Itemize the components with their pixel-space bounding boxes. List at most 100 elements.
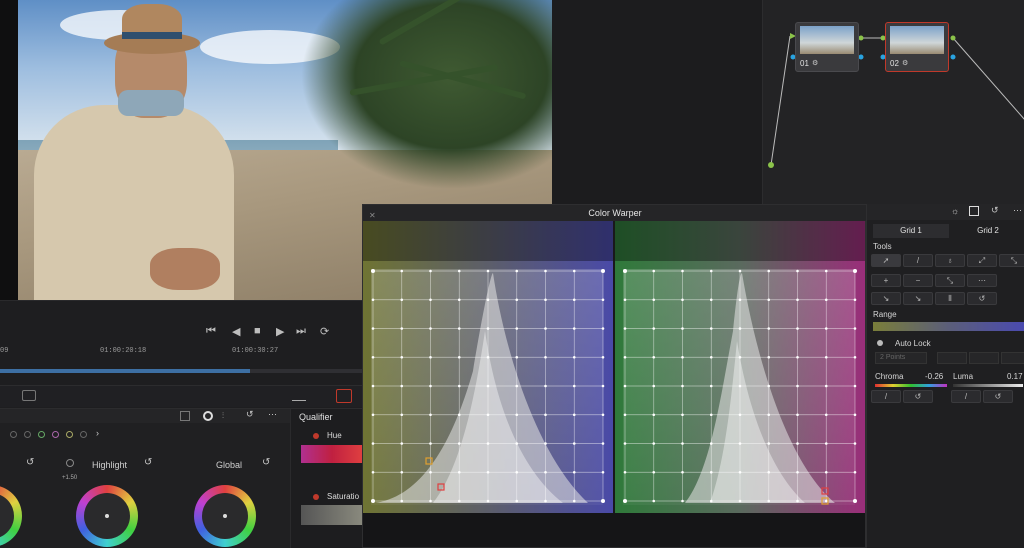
grid-control-point[interactable] [767, 442, 771, 445]
grid-control-point[interactable] [681, 384, 684, 388]
grid-control-point[interactable] [515, 413, 519, 417]
range-bar[interactable] [873, 322, 1024, 331]
grid-control-point[interactable] [767, 384, 771, 388]
remove-point-button[interactable]: − [903, 274, 933, 287]
grid-control-point[interactable] [544, 470, 547, 474]
grid-control-point[interactable] [824, 499, 828, 503]
grid-control-point[interactable] [767, 298, 771, 302]
grid-control-point[interactable] [371, 327, 375, 330]
target-icon[interactable] [203, 411, 213, 421]
grid-control-point[interactable] [824, 269, 828, 273]
mode-dot[interactable] [10, 431, 17, 438]
more-options-icon[interactable]: ⋯ [1013, 205, 1022, 216]
grid-control-point[interactable] [486, 298, 490, 302]
panel-icon[interactable] [180, 411, 190, 421]
grid-control-point[interactable] [796, 355, 799, 359]
node-editor[interactable]: 01 ⚙ 02 ⚙ [762, 0, 1024, 204]
grid-control-point[interactable] [601, 442, 605, 445]
expand-tool-button[interactable]: ⤢ [967, 254, 997, 267]
grid-control-point[interactable] [709, 355, 713, 359]
grid-control-point[interactable] [601, 327, 605, 330]
grid-control-point[interactable] [681, 355, 684, 359]
grid-control-point[interactable] [796, 298, 799, 302]
grid-control-point[interactable] [853, 327, 857, 330]
grid-control-point[interactable] [623, 499, 627, 503]
image-icon[interactable] [22, 390, 36, 401]
grid-control-point[interactable] [652, 442, 656, 445]
tab-grid-1[interactable]: Grid 1 [873, 224, 949, 238]
grid-control-point[interactable] [457, 499, 461, 503]
grid-control-point[interactable] [601, 269, 605, 273]
grid-control-point[interactable] [429, 355, 432, 359]
node-02[interactable]: 02 ⚙ [885, 22, 949, 72]
grid-control-point[interactable] [572, 355, 576, 359]
grid-control-point[interactable] [371, 470, 375, 474]
chroma-luma-grid[interactable] [615, 221, 865, 513]
reset-icon[interactable]: ↺ [262, 457, 270, 468]
grid-control-point[interactable] [544, 269, 547, 273]
transform-button[interactable]: ⤡ [935, 274, 965, 287]
grid-control-point[interactable] [572, 499, 576, 503]
reverse-play-button[interactable]: ◀ [232, 325, 240, 338]
grid-control-point[interactable] [601, 413, 605, 417]
reset-tools-button[interactable]: ↺ [967, 292, 997, 305]
grid-control-point[interactable] [767, 413, 771, 417]
hue-saturation-grid[interactable] [363, 221, 613, 513]
grid-control-point[interactable] [767, 327, 771, 330]
mode-dot-magenta[interactable] [52, 431, 59, 438]
grid-control-point[interactable] [429, 413, 432, 417]
grid-control-point[interactable] [767, 499, 771, 503]
grid-control-point[interactable] [400, 413, 404, 417]
go-to-start-button[interactable]: ⏮ [206, 325, 216, 338]
deselect-button[interactable]: ↘ [903, 292, 933, 305]
grid-control-point[interactable] [652, 384, 656, 388]
grid-control-point[interactable] [486, 327, 490, 330]
grid-control-point[interactable] [853, 413, 857, 417]
grid-control-point[interactable] [544, 327, 547, 330]
grid-control-point[interactable] [457, 298, 461, 302]
grid-control-point[interactable] [486, 269, 490, 273]
grid-control-point[interactable] [429, 384, 432, 388]
stop-button[interactable]: ■ [254, 325, 261, 337]
grid-control-point[interactable] [824, 470, 828, 474]
grid-control-point[interactable] [544, 499, 547, 503]
grid-control-point[interactable] [738, 355, 742, 359]
grid-control-point[interactable] [400, 298, 404, 302]
color-warper-icon[interactable] [336, 389, 352, 403]
chroma-slider[interactable] [875, 384, 947, 387]
grid-control-point[interactable] [681, 470, 684, 474]
chroma-reset-button[interactable]: ↺ [903, 390, 933, 403]
grid-control-point[interactable] [681, 298, 684, 302]
grid-control-point[interactable] [824, 442, 828, 445]
grid-control-point[interactable] [572, 384, 576, 388]
grid-control-point[interactable] [623, 470, 627, 474]
grid-control-point[interactable] [457, 327, 461, 330]
grid-control-point[interactable] [429, 499, 432, 503]
grid-control-point[interactable] [853, 470, 857, 474]
grid-control-point[interactable] [738, 327, 742, 330]
add-point-button[interactable]: + [871, 274, 901, 287]
luma-pick-button[interactable]: / [951, 390, 981, 403]
hue-range-bar[interactable] [301, 445, 363, 463]
grid-control-point[interactable] [572, 327, 576, 330]
grid-control-point[interactable] [652, 355, 656, 359]
grid-control-point[interactable] [709, 470, 713, 474]
shadows-wheel[interactable] [0, 485, 22, 547]
columns-button[interactable]: ⦀ [935, 292, 965, 305]
grid-control-point[interactable] [853, 384, 857, 388]
grid-control-point[interactable] [371, 413, 375, 417]
grid-control-point[interactable] [796, 384, 799, 388]
grid-control-point[interactable] [429, 442, 432, 445]
grid-control-point[interactable] [371, 298, 375, 302]
grid-control-point[interactable] [796, 413, 799, 417]
grid-control-point[interactable] [486, 355, 490, 359]
saturation-range-bar[interactable] [301, 505, 363, 525]
reset-icon[interactable]: ↺ [991, 205, 999, 216]
mode-dot-green[interactable] [38, 431, 45, 438]
grid-control-point[interactable] [371, 269, 375, 273]
play-button[interactable]: ▶ [276, 325, 284, 338]
grid-control-point[interactable] [544, 413, 547, 417]
pointer-tool-button[interactable]: ➚ [871, 254, 901, 267]
chroma-pick-button[interactable]: / [871, 390, 901, 403]
grid-control-point[interactable] [572, 442, 576, 445]
